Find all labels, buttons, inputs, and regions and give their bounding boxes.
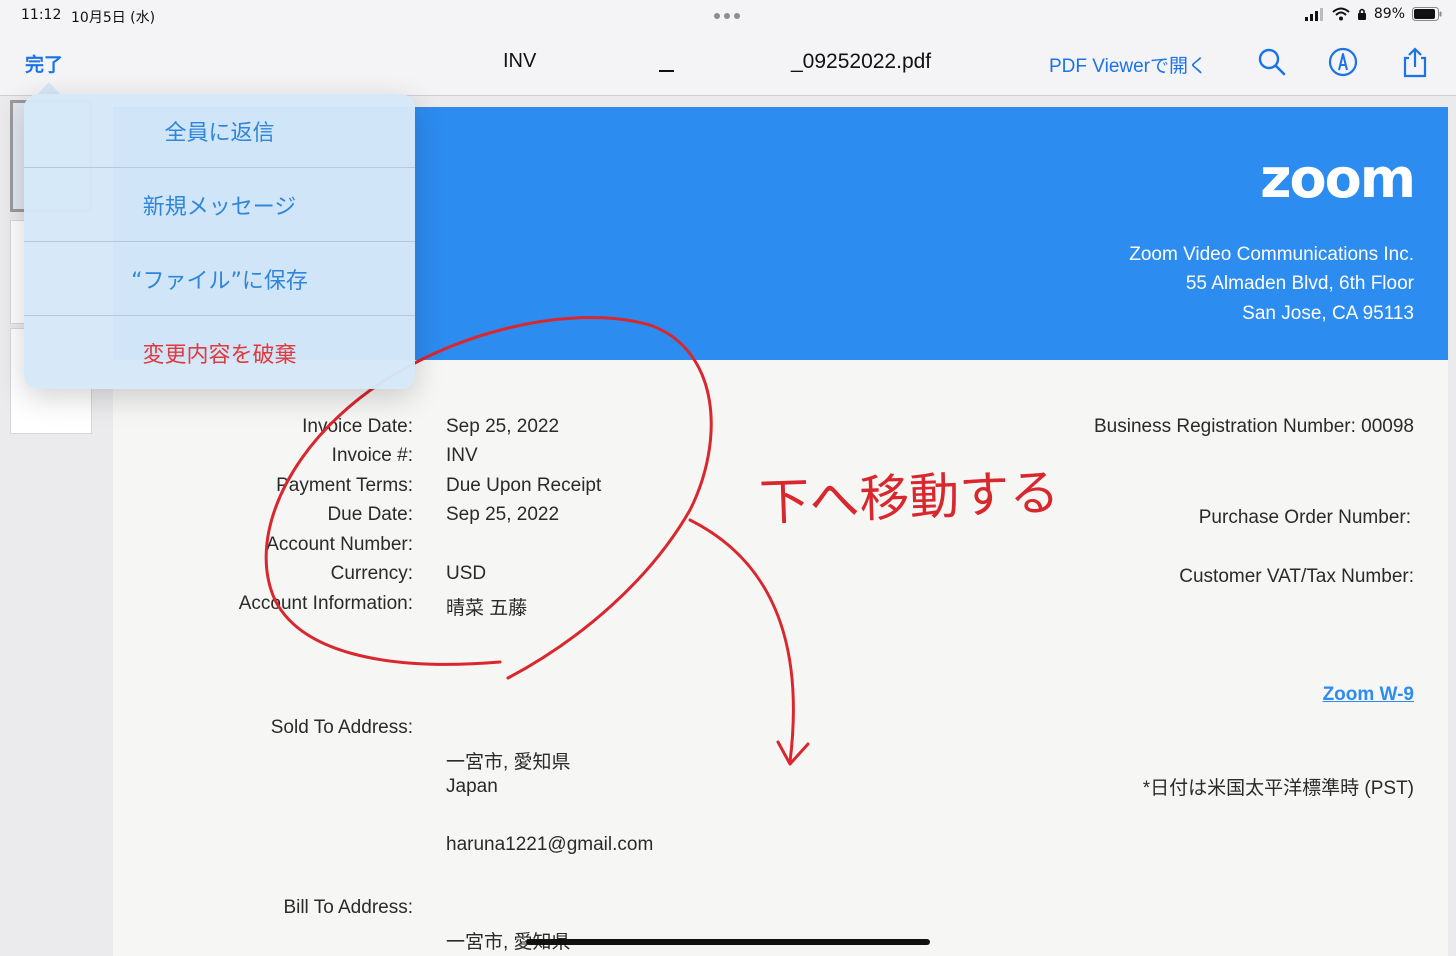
invoice-date-value: Sep 25, 2022	[446, 416, 560, 437]
zoom-w9-link[interactable]: Zoom W-9	[1323, 684, 1414, 706]
invoice-number-label: Invoice #:	[331, 445, 413, 466]
status-indicators: 89%	[1304, 6, 1442, 22]
account-information-label: Account Information:	[238, 593, 413, 614]
invoice-date-label: Invoice Date:	[302, 416, 413, 437]
pst-note: *日付は米国太平洋標準時 (PST)	[1142, 778, 1414, 799]
battery-percent: 89%	[1373, 6, 1405, 22]
sold-to-country: Japan	[446, 776, 498, 797]
bill-to-label: Bill To Address:	[283, 897, 413, 918]
status-date: 10月5日 (水)	[71, 10, 156, 26]
company-name: Zoom Video Communications Inc.	[1129, 244, 1414, 265]
action-popup-menu: 全員に返信 新規メッセージ “ファイル”に保存 変更内容を破棄	[24, 94, 415, 389]
home-indicator[interactable]	[526, 939, 930, 945]
open-in-pdf-viewer-button[interactable]: PDF Viewerで開く	[1049, 51, 1207, 78]
toolbar: 完了 INV _09252022.pdf PDF Viewerで開く	[0, 30, 1456, 96]
done-button[interactable]: 完了	[25, 50, 63, 77]
due-date-label: Due Date:	[327, 504, 413, 525]
signal-icon	[1304, 8, 1323, 21]
markup-icon[interactable]	[1327, 46, 1359, 78]
lock-rotation-icon	[1357, 8, 1366, 20]
multitasking-dots-icon[interactable]	[714, 13, 740, 19]
currency-label: Currency:	[330, 563, 413, 584]
menu-item-reply-all[interactable]: 全員に返信	[24, 94, 415, 168]
search-icon[interactable]	[1256, 46, 1288, 78]
status-bar: 11:12 10月5日 (水) 89%	[0, 0, 1456, 30]
currency-value: USD	[446, 563, 487, 584]
screen: 11:12 10月5日 (水) 89% 完了 INV _09252022.pdf…	[0, 0, 1456, 956]
menu-item-discard-changes[interactable]: 変更内容を破棄	[24, 316, 415, 389]
customer-vat-label: Customer VAT/Tax Number:	[1179, 566, 1414, 587]
document-title-part1: INV	[503, 50, 537, 72]
menu-item-save-to-files[interactable]: “ファイル”に保存	[24, 242, 415, 316]
due-date-value: Sep 25, 2022	[446, 504, 560, 525]
sold-to-email: haruna1221@gmail.com	[446, 834, 654, 855]
company-city: San Jose, CA 95113	[1242, 303, 1414, 324]
document-title-part2: _09252022.pdf	[791, 50, 932, 73]
wifi-icon	[1332, 7, 1350, 21]
battery-icon	[1412, 7, 1442, 21]
zoom-logo: zoom	[1260, 147, 1416, 210]
company-street: 55 Almaden Blvd, 6th Floor	[1185, 273, 1414, 294]
sold-to-city: 一宮市, 愛知県	[446, 752, 571, 773]
menu-item-new-message[interactable]: 新規メッセージ	[24, 168, 415, 242]
sold-to-label: Sold To Address:	[270, 717, 413, 738]
business-registration-number: Business Registration Number: 00098	[1093, 416, 1414, 437]
payment-terms-label: Payment Terms:	[276, 475, 413, 496]
share-icon[interactable]	[1399, 46, 1431, 78]
account-number-label: Account Number:	[266, 534, 413, 555]
account-information-value: 晴菜 五藤	[446, 598, 528, 619]
status-time: 11:12	[21, 7, 62, 23]
purchase-order-number-label: Purchase Order Number:	[1198, 507, 1411, 528]
invoice-number-value: INV	[446, 445, 478, 466]
title-redaction-mark	[659, 70, 674, 72]
payment-terms-value: Due Upon Receipt	[446, 475, 602, 496]
